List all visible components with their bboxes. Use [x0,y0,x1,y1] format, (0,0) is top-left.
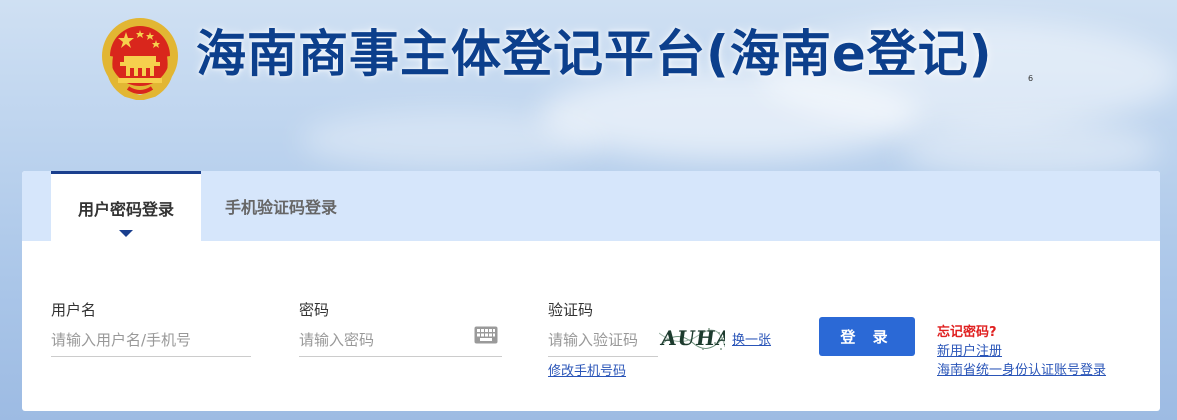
national-emblem-icon [100,16,180,102]
tab-sms-login-label: 手机验证码登录 [224,198,337,217]
site-title: 海南商事主体登记平台(海南e登记) [196,25,993,83]
password-input[interactable] [299,323,502,357]
captcha-input[interactable] [548,323,658,357]
unified-login-link[interactable]: 海南省统一身份认证账号登录 [937,359,1106,378]
caret-down-icon [119,230,133,237]
background-cloud [300,110,600,170]
keyboard-icon[interactable] [474,326,498,344]
title-superscript: 6 [1028,74,1034,83]
username-label: 用户名 [51,301,97,319]
password-label: 密码 [299,301,330,319]
tab-password-login-label: 用户密码登录 [77,199,174,219]
username-input[interactable] [51,323,251,357]
captcha-text: AUHA [659,326,725,350]
refresh-captcha-link[interactable]: 换一张 [732,329,771,348]
login-tabbar: 用户密码登录 手机验证码登录 [22,171,1160,241]
captcha-label: 验证码 [548,301,594,319]
captcha-image[interactable]: AUHA [659,323,725,353]
tab-sms-login[interactable]: 手机验证码登录 [201,171,361,241]
tab-password-login[interactable]: 用户密码登录 [51,171,201,241]
change-phone-link[interactable]: 修改手机号码 [548,360,626,379]
login-button[interactable]: 登 录 [819,317,915,356]
login-panel: 用户密码登录 手机验证码登录 用户名 密码 验证码 [22,171,1160,411]
forgot-password-link[interactable]: 忘记密码? [937,321,997,340]
register-link[interactable]: 新用户注册 [937,340,1002,359]
